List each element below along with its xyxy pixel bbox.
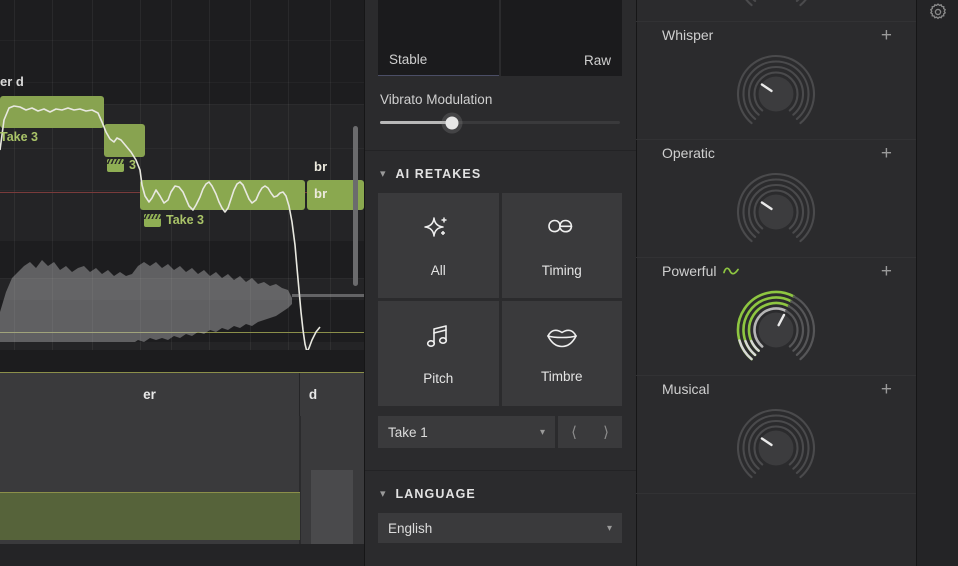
style-knob-soft[interactable]: Soft + bbox=[636, 0, 916, 22]
lane-block[interactable] bbox=[311, 470, 353, 544]
plus-icon[interactable]: + bbox=[881, 380, 892, 399]
slider-thumb[interactable] bbox=[445, 116, 459, 129]
lyric-segment[interactable]: er bbox=[0, 373, 299, 416]
style-knob-name: Powerful bbox=[662, 263, 717, 279]
plus-icon[interactable]: + bbox=[881, 144, 892, 163]
take-select-value: Take 1 bbox=[388, 424, 428, 440]
take-badge-label: 3 bbox=[129, 158, 136, 172]
style-knob-dial[interactable] bbox=[636, 286, 916, 372]
style-knob-name: Whisper bbox=[662, 27, 714, 43]
clapperboard-icon bbox=[107, 158, 124, 172]
style-knob-musical[interactable]: Musical + bbox=[636, 376, 916, 494]
ai-retakes-header[interactable]: ▾ AI RETAKES bbox=[364, 151, 636, 193]
retake-all-button[interactable]: All bbox=[378, 193, 499, 298]
take-badge[interactable]: Take 3 bbox=[144, 213, 204, 227]
retake-timing-label: Timing bbox=[541, 262, 582, 278]
style-knob-powerful[interactable]: Powerful + bbox=[636, 258, 916, 376]
vertical-scrollbar[interactable] bbox=[353, 126, 358, 286]
raw-option[interactable]: Raw bbox=[501, 0, 622, 76]
take-select[interactable]: Take 1 ▾ bbox=[378, 416, 555, 448]
timeline-strip[interactable] bbox=[0, 544, 364, 566]
chevron-left-icon[interactable]: ⟨ bbox=[565, 423, 583, 441]
sparkle-icon bbox=[423, 214, 453, 249]
pitch-editor[interactable]: er d rd br br Take 3 3 Take 3 bbox=[0, 0, 364, 566]
wave-icon bbox=[723, 263, 740, 279]
style-knob-dial[interactable] bbox=[636, 168, 916, 254]
retake-timing-button[interactable]: Timing bbox=[501, 193, 622, 298]
ai-retakes-title: AI RETAKES bbox=[395, 167, 482, 181]
plus-icon[interactable]: + bbox=[881, 262, 892, 281]
plus-icon[interactable]: + bbox=[881, 26, 892, 45]
language-header[interactable]: ▾ LANGUAGE bbox=[364, 471, 636, 513]
vibrato-modulation-label: Vibrato Modulation bbox=[380, 92, 493, 107]
audio-waveform bbox=[0, 260, 364, 342]
retake-timbre-label: Timbre bbox=[540, 368, 583, 384]
note-block[interactable] bbox=[104, 124, 145, 157]
style-knob-operatic[interactable]: Operatic + bbox=[636, 140, 916, 258]
retake-timbre-button[interactable]: Timbre bbox=[501, 301, 622, 406]
retake-all-label: All bbox=[430, 262, 446, 278]
lyric-lane[interactable]: er d bbox=[0, 372, 364, 416]
slider-fill bbox=[380, 121, 452, 124]
style-knob-dial[interactable] bbox=[636, 404, 916, 490]
style-knob-dial[interactable] bbox=[636, 0, 916, 18]
style-knob-name: Operatic bbox=[662, 145, 715, 161]
clapperboard-icon bbox=[144, 213, 161, 227]
take-selector-row: Take 1 ▾ ⟨ ⟩ bbox=[364, 406, 636, 448]
language-title: LANGUAGE bbox=[395, 487, 476, 501]
note-label-br: br bbox=[314, 186, 328, 201]
lips-icon bbox=[544, 324, 580, 355]
style-knob-whisper[interactable]: Whisper + bbox=[636, 22, 916, 140]
language-value: English bbox=[388, 520, 433, 536]
stable-option[interactable]: Stable bbox=[378, 0, 499, 76]
take-badge[interactable]: Take 3 bbox=[0, 130, 38, 144]
retake-pitch-label: Pitch bbox=[423, 370, 454, 386]
vibrato-modulation-control: Vibrato Modulation bbox=[364, 76, 636, 129]
ai-retakes-grid: All Timing Pitch Timbre bbox=[364, 193, 636, 406]
style-knob-label: Operatic bbox=[662, 145, 715, 161]
retake-pitch-button[interactable]: Pitch bbox=[378, 301, 499, 406]
controls-panel: Stable Raw Vibrato Modulation ▾ AI RETAK… bbox=[364, 0, 636, 566]
chevron-down-icon[interactable]: ▾ bbox=[380, 488, 386, 500]
note-block-selected[interactable] bbox=[140, 180, 305, 210]
style-knob-dial[interactable] bbox=[636, 50, 916, 136]
take-nav[interactable]: ⟨ ⟩ bbox=[558, 416, 622, 448]
note-label-br: br bbox=[314, 159, 328, 174]
dynamics-bar[interactable] bbox=[0, 492, 300, 540]
stable-label: Stable bbox=[389, 52, 428, 67]
lyric-text-top: er d bbox=[0, 74, 24, 89]
chevron-down-icon: ▾ bbox=[606, 522, 612, 534]
chevron-right-icon[interactable]: ⟩ bbox=[597, 423, 615, 441]
note-block[interactable] bbox=[0, 96, 104, 128]
chevron-down-icon: ▾ bbox=[539, 426, 545, 438]
take-badge[interactable]: 3 bbox=[107, 158, 136, 172]
vibrato-modulation-slider[interactable] bbox=[380, 116, 620, 129]
raw-label: Raw bbox=[583, 53, 611, 68]
stable-raw-toggle[interactable]: Stable Raw bbox=[364, 0, 636, 76]
style-knob-label: Musical bbox=[662, 381, 709, 397]
language-select[interactable]: English ▾ bbox=[378, 513, 622, 543]
ae-ligature-icon bbox=[545, 214, 579, 249]
style-knob-label: Whisper bbox=[662, 27, 713, 43]
style-knob-name: Musical bbox=[662, 381, 710, 397]
chevron-down-icon[interactable]: ▾ bbox=[380, 168, 386, 180]
style-knob-label: Powerful bbox=[662, 263, 740, 279]
take-badge-label: Take 3 bbox=[0, 130, 38, 144]
style-knobs-panel: Soft + Whisper + bbox=[636, 0, 916, 566]
music-note-icon bbox=[423, 322, 453, 357]
gear-icon[interactable] bbox=[928, 2, 948, 566]
right-rail bbox=[916, 0, 958, 566]
take-badge-label: Take 3 bbox=[166, 213, 204, 227]
lyric-segment[interactable]: d bbox=[300, 373, 326, 416]
